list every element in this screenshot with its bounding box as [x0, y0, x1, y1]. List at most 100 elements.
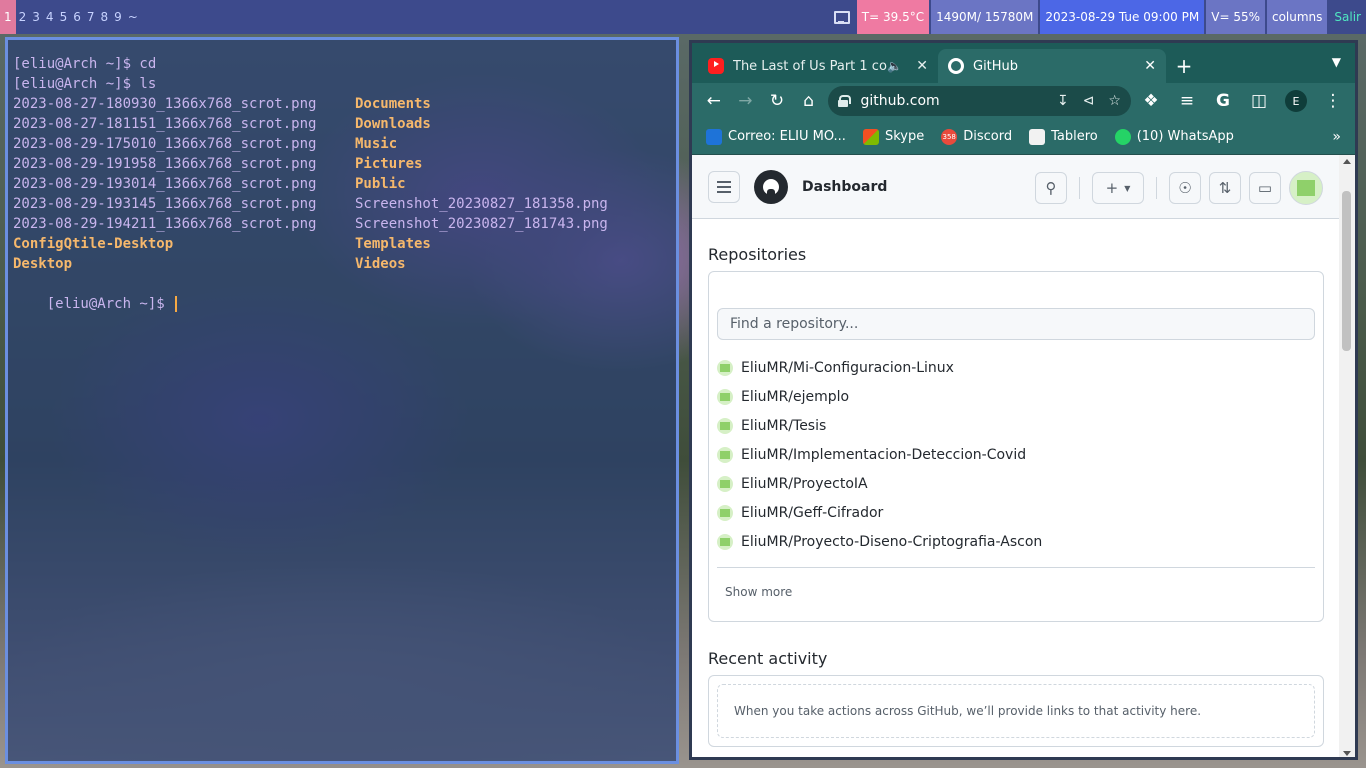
- page-scrollbar[interactable]: [1339, 155, 1355, 757]
- scrollbar-thumb[interactable]: [1342, 191, 1351, 351]
- repo-link[interactable]: EliuMR/Implementacion-Deteccion-Covid: [741, 447, 1026, 463]
- tablero-icon: [1029, 128, 1046, 145]
- reading-list-icon[interactable]: ≡: [1171, 87, 1203, 115]
- browser-window: The Last of Us Part 1 con t 🔈 ✕ GitHub ✕…: [689, 40, 1358, 760]
- bookmark-whatsapp[interactable]: (10) WhatsApp: [1114, 128, 1234, 145]
- scroll-up-icon[interactable]: [1343, 159, 1351, 164]
- hamburger-menu-button[interactable]: [708, 170, 740, 203]
- file-entry: 2023-08-29-175010_1366x768_scrot.png: [13, 136, 317, 152]
- home-button[interactable]: ⌂: [793, 87, 825, 115]
- bookmark-skype[interactable]: Skype: [862, 128, 925, 145]
- plus-icon: +: [1105, 179, 1119, 197]
- workspace-2[interactable]: 2: [16, 0, 30, 34]
- address-bar[interactable]: github.com ↧ ⊲ ☆: [828, 86, 1131, 116]
- menu-kebab-icon[interactable]: ⋮: [1317, 87, 1349, 115]
- divider: [1079, 177, 1080, 199]
- google-icon[interactable]: G: [1207, 87, 1239, 115]
- chevron-down-icon[interactable]: ▼: [1332, 55, 1341, 69]
- directory-entry: Pictures: [355, 156, 423, 172]
- whatsapp-icon: [1114, 128, 1131, 145]
- url-text[interactable]: github.com: [860, 93, 1057, 109]
- profile-avatar[interactable]: E: [1284, 90, 1307, 112]
- directory-entry: Videos: [355, 256, 406, 272]
- list-item[interactable]: EliuMR/ProyectoIA: [717, 469, 1315, 498]
- install-icon[interactable]: ↧: [1057, 93, 1069, 109]
- memory-widget: 1490M/ 15780M: [931, 0, 1039, 34]
- browser-toolbar: ← → ↻ ⌂ github.com ↧ ⊲ ☆ ❖ ≡ G ◫ E ⋮: [692, 83, 1355, 119]
- terminal-output: [eliu@Arch ~]$ cd [eliu@Arch ~]$ ls 2023-0…: [13, 54, 676, 274]
- share-icon[interactable]: ⊲: [1083, 93, 1095, 109]
- list-item[interactable]: EliuMR/Geff-Cifrador: [717, 498, 1315, 527]
- speaker-icon[interactable]: 🔈: [887, 59, 902, 73]
- scroll-down-icon[interactable]: [1343, 751, 1351, 756]
- list-item[interactable]: EliuMR/Proyecto-Diseno-Criptografia-Asco…: [717, 527, 1315, 556]
- terminal-window[interactable]: [eliu@Arch ~]$ cd [eliu@Arch ~]$ ls 2023-0…: [5, 37, 679, 764]
- top-bar: 1 2 3 4 5 6 7 8 9 ~ T= 39.5°C 1490M/ 15780M 2023-…: [0, 0, 1366, 34]
- pull-requests-button[interactable]: ⇅: [1209, 172, 1241, 204]
- find-repository-input[interactable]: Find a repository...: [717, 308, 1315, 340]
- repo-link[interactable]: EliuMR/ProyectoIA: [741, 476, 868, 492]
- list-item[interactable]: EliuMR/Tesis: [717, 411, 1315, 440]
- repositories-heading: Repositories: [708, 245, 807, 264]
- forward-button[interactable]: →: [730, 87, 762, 115]
- github-logo-icon[interactable]: [754, 169, 788, 204]
- bookmark-outlook[interactable]: Correo: ELIU MO...: [706, 128, 846, 145]
- bookmark-label: Skype: [884, 129, 925, 144]
- close-tab-icon[interactable]: ✕: [916, 58, 928, 74]
- tab-youtube[interactable]: The Last of Us Part 1 con t 🔈 ✕: [698, 49, 938, 83]
- tab-github[interactable]: GitHub ✕: [938, 49, 1166, 83]
- workspace-3[interactable]: 3: [29, 0, 43, 34]
- new-tab-button[interactable]: +: [1166, 49, 1202, 83]
- terminal-prompt: [eliu@Arch ~]$: [46, 296, 174, 312]
- recent-activity-panel: When you take actions across GitHub, we’…: [708, 675, 1324, 747]
- workspace-switcher: 1 2 3 4 5 6 7 8 9 ~: [0, 0, 141, 34]
- workspace-9[interactable]: 9: [111, 0, 125, 34]
- repo-link[interactable]: EliuMR/Tesis: [741, 418, 826, 434]
- monitor-icon[interactable]: [833, 10, 850, 24]
- workspace-1[interactable]: 1: [0, 0, 16, 34]
- reload-button[interactable]: ↻: [761, 87, 793, 115]
- side-panel-icon[interactable]: ◫: [1243, 87, 1275, 115]
- workspace-scratch[interactable]: ~: [125, 0, 141, 34]
- terminal-prompt-line[interactable]: [eliu@Arch ~]$: [13, 274, 676, 312]
- layout-widget[interactable]: columns: [1266, 0, 1328, 34]
- issues-button[interactable]: ☉: [1169, 172, 1201, 204]
- search-button[interactable]: ⚲: [1035, 172, 1067, 204]
- workspace-4[interactable]: 4: [43, 0, 57, 34]
- back-button[interactable]: ←: [698, 87, 730, 115]
- show-more-button[interactable]: Show more: [725, 585, 792, 599]
- bookmark-label: Discord: [963, 129, 1013, 144]
- repo-link[interactable]: EliuMR/Proyecto-Diseno-Criptografia-Asco…: [741, 534, 1042, 550]
- list-item[interactable]: EliuMR/Implementacion-Deteccion-Covid: [717, 440, 1315, 469]
- list-item[interactable]: EliuMR/ejemplo: [717, 382, 1315, 411]
- repo-link[interactable]: EliuMR/ejemplo: [741, 389, 849, 405]
- pull-request-icon: ⇅: [1218, 179, 1232, 197]
- volume-widget[interactable]: V= 55%: [1206, 0, 1265, 34]
- workspace-8[interactable]: 8: [97, 0, 111, 34]
- avatar[interactable]: [1289, 171, 1323, 205]
- terminal-line: 2023-08-29-194211_1366x768_scrot.png Scre…: [13, 214, 676, 234]
- workspace-5[interactable]: 5: [57, 0, 71, 34]
- list-item[interactable]: EliuMR/Mi-Configuracion-Linux: [717, 353, 1315, 382]
- hamburger-icon: [717, 180, 731, 193]
- create-new-button[interactable]: + ▼: [1092, 172, 1144, 204]
- puzzle-icon[interactable]: ❖: [1135, 87, 1167, 115]
- workspace-6[interactable]: 6: [70, 0, 84, 34]
- github-icon: [948, 58, 964, 74]
- repo-link[interactable]: EliuMR/Mi-Configuracion-Linux: [741, 360, 954, 376]
- divider: [717, 567, 1315, 568]
- close-tab-icon[interactable]: ✕: [1144, 58, 1156, 74]
- inbox-button[interactable]: ▭: [1249, 172, 1281, 204]
- lock-icon[interactable]: [838, 95, 852, 107]
- workspace-7[interactable]: 7: [84, 0, 98, 34]
- page-title[interactable]: Dashboard: [802, 179, 887, 195]
- repo-link[interactable]: EliuMR/Geff-Cifrador: [741, 505, 883, 521]
- more-bookmarks-icon[interactable]: »: [1332, 129, 1341, 145]
- directory-entry: Music: [355, 136, 398, 152]
- bookmark-discord[interactable]: 358 Discord: [941, 128, 1013, 145]
- bookmark-tablero[interactable]: Tablero: [1029, 128, 1098, 145]
- star-icon[interactable]: ☆: [1108, 93, 1121, 109]
- exit-button[interactable]: Salir: [1329, 0, 1366, 34]
- discord-icon: 358: [941, 128, 958, 145]
- inbox-icon: ▭: [1257, 179, 1273, 197]
